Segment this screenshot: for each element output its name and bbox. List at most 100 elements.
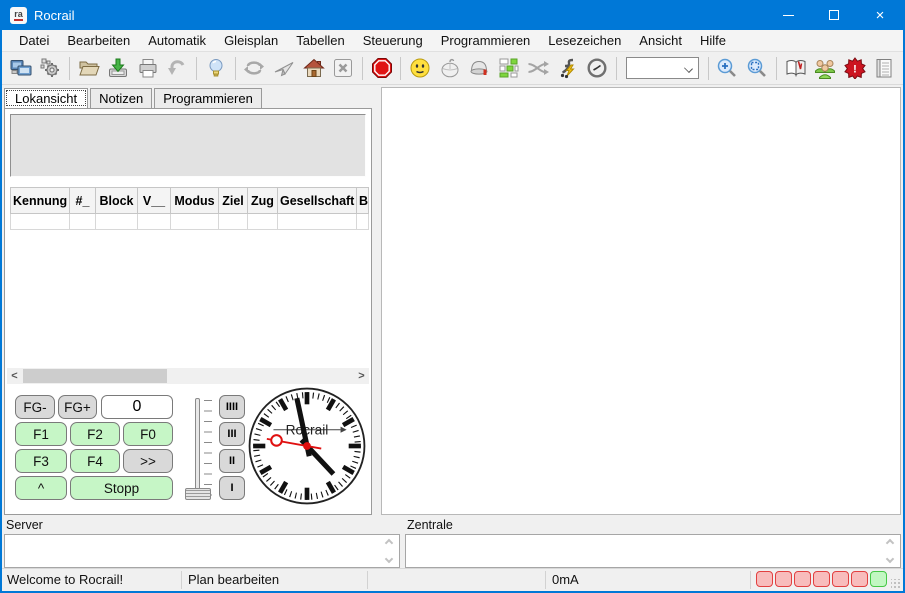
f3-button[interactable]: F3 <box>15 449 67 473</box>
status-indicator-red <box>756 571 773 587</box>
fg-plus-button[interactable]: FG+ <box>58 395 97 419</box>
col-v[interactable]: V__ <box>138 188 171 214</box>
save-icon <box>107 57 129 79</box>
booster-power-button[interactable] <box>554 55 582 82</box>
tab-strip: Lokansicht Notizen Programmieren <box>2 85 376 108</box>
smiley-icon <box>409 57 431 79</box>
fg-minus-button[interactable]: FG- <box>15 395 55 419</box>
users-group-button[interactable] <box>811 55 839 82</box>
slider-thumb[interactable] <box>185 488 211 500</box>
level-3-button[interactable]: III <box>219 422 245 446</box>
minimize-button[interactable] <box>765 0 811 30</box>
menu-lesezeichen[interactable]: Lesezeichen <box>539 31 630 50</box>
status-message: Welcome to Rocrail! <box>7 572 123 587</box>
speed-input[interactable] <box>101 395 173 419</box>
sensor-indicators <box>756 571 887 587</box>
tab-lokansicht[interactable]: Lokansicht <box>4 88 88 108</box>
horizontal-scrollbar[interactable]: < > <box>7 368 369 384</box>
tab-programmieren[interactable]: Programmieren <box>154 88 262 108</box>
open-folder-button[interactable] <box>75 55 103 82</box>
loco-table-empty-row <box>11 214 369 230</box>
zoom-reset-button[interactable] <box>743 55 771 82</box>
settings-button[interactable] <box>37 55 65 82</box>
loco-combobox-input[interactable] <box>630 59 682 77</box>
close-button[interactable]: × <box>857 0 903 30</box>
maximize-button[interactable] <box>811 0 857 30</box>
routes-shuffle-button[interactable] <box>524 55 552 82</box>
f0-button[interactable]: F0 <box>123 422 173 446</box>
loco-image-panel <box>10 114 366 177</box>
smiley-button[interactable] <box>406 55 434 82</box>
status-indicator-red <box>832 571 849 587</box>
edit-plan-icon <box>273 57 295 79</box>
level-4-button[interactable]: IIII <box>219 395 245 419</box>
toolbar-separator <box>708 57 709 80</box>
menu-gleisplan[interactable]: Gleisplan <box>215 31 287 50</box>
toolbar: ! <box>2 52 903 85</box>
auto-loop-button[interactable] <box>241 55 269 82</box>
level-2-button[interactable]: II <box>219 449 245 473</box>
f4-button[interactable]: F4 <box>70 449 120 473</box>
driver-cab-icon <box>468 57 490 79</box>
menu-automatik[interactable]: Automatik <box>139 31 215 50</box>
close-plan-button[interactable] <box>329 55 357 82</box>
edit-plan-button[interactable] <box>270 55 298 82</box>
menu-ansicht[interactable]: Ansicht <box>630 31 691 50</box>
menu-bearbeiten[interactable]: Bearbeiten <box>58 31 139 50</box>
power-lamp-button[interactable] <box>202 55 230 82</box>
zoom-in-button[interactable] <box>714 55 742 82</box>
alerts-icon: ! <box>844 57 866 79</box>
mouse-control-button[interactable] <box>436 55 464 82</box>
col-kennung[interactable]: Kennung <box>11 188 70 214</box>
driver-cab-button[interactable] <box>465 55 493 82</box>
col-modus[interactable]: Modus <box>171 188 219 214</box>
scroll-right-icon[interactable]: > <box>354 370 369 382</box>
col-ziel[interactable]: Ziel <box>219 188 248 214</box>
direction-button[interactable]: ^ <box>15 476 67 500</box>
server-trace-scroll[interactable] <box>382 537 396 565</box>
server-label: Server <box>4 518 400 534</box>
server-trace[interactable] <box>4 534 400 568</box>
menu-hilfe[interactable]: Hilfe <box>691 31 735 50</box>
toolbar-separator <box>69 57 70 80</box>
col-zug[interactable]: Zug <box>248 188 278 214</box>
save-button[interactable] <box>105 55 133 82</box>
menu-tabellen[interactable]: Tabellen <box>287 31 353 50</box>
speed-slider[interactable] <box>191 396 217 501</box>
stop-button[interactable]: Stopp <box>70 476 173 500</box>
notes-list-button[interactable] <box>870 55 898 82</box>
scroll-left-icon[interactable]: < <box>7 370 22 382</box>
f1-button[interactable]: F1 <box>15 422 67 446</box>
print-button[interactable] <box>134 55 162 82</box>
menu-datei[interactable]: Datei <box>10 31 58 50</box>
alerts-button[interactable]: ! <box>841 55 869 82</box>
tab-notizen[interactable]: Notizen <box>90 88 152 108</box>
col-b[interactable]: B <box>357 188 369 214</box>
workstation-button[interactable] <box>7 55 35 82</box>
zentrale-trace[interactable] <box>405 534 901 568</box>
zentrale-trace-scroll[interactable] <box>883 537 897 565</box>
home-button[interactable] <box>300 55 328 82</box>
layout-blocks-button[interactable] <box>495 55 523 82</box>
emergency-stop-button[interactable] <box>368 55 396 82</box>
toolbar-separator <box>362 57 363 80</box>
col-address[interactable]: #_ <box>70 188 96 214</box>
menu-steuerung[interactable]: Steuerung <box>354 31 432 50</box>
toolbar-separator <box>776 57 777 80</box>
fn-shift-button[interactable]: >> <box>123 449 173 473</box>
plan-canvas[interactable] <box>381 87 901 515</box>
resize-grip-icon[interactable] <box>891 579 901 589</box>
layout-blocks-icon <box>498 57 520 79</box>
level-1-button[interactable]: I <box>219 476 245 500</box>
col-block[interactable]: Block <box>96 188 138 214</box>
bookmarks-book-button[interactable] <box>782 55 810 82</box>
menu-programmieren[interactable]: Programmieren <box>432 31 540 50</box>
fast-clock-button[interactable] <box>583 55 611 82</box>
close-icon: × <box>876 7 885 24</box>
f2-button[interactable]: F2 <box>70 422 120 446</box>
status-mode: Plan bearbeiten <box>188 572 279 587</box>
col-gesellschaft[interactable]: Gesellschaft <box>278 188 357 214</box>
loco-combobox[interactable] <box>626 57 699 79</box>
undo-button[interactable] <box>164 55 192 82</box>
scrollbar-thumb[interactable] <box>23 369 167 383</box>
